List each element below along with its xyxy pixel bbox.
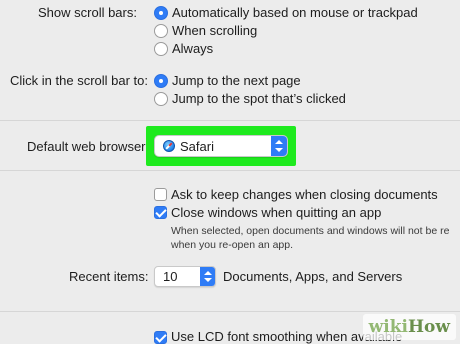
default-browser-value: Safari	[180, 139, 214, 154]
radio-scroll-when-scrolling[interactable]	[154, 24, 168, 38]
divider-bottom	[0, 311, 460, 312]
radio-scroll-when-scrolling-label[interactable]: When scrolling	[172, 23, 257, 38]
scroll-bars-label: Show scroll bars:	[38, 5, 137, 20]
radio-scroll-automatic[interactable]	[154, 6, 168, 20]
chevron-updown-icon	[200, 267, 215, 286]
radio-jump-next-page[interactable]	[154, 74, 168, 88]
close-windows-note-line2: when you re-open an app.	[171, 239, 294, 251]
recent-items-popup[interactable]: 10	[154, 266, 216, 287]
radio-scroll-always[interactable]	[154, 42, 168, 56]
radio-jump-next-page-label[interactable]: Jump to the next page	[172, 73, 301, 88]
recent-items-suffix: Documents, Apps, and Servers	[223, 269, 403, 284]
divider-top	[0, 120, 460, 121]
close-windows-note-line1: When selected, open documents and window…	[171, 225, 450, 237]
divider-middle	[0, 170, 460, 171]
checkbox-ask-keep-changes[interactable]	[154, 188, 167, 201]
safari-icon	[163, 140, 175, 152]
wikihow-watermark: wikiHow	[362, 314, 456, 340]
default-browser-label: Default web browser:	[27, 139, 150, 154]
checkbox-close-windows-label[interactable]: Close windows when quitting an app	[171, 205, 381, 220]
radio-scroll-always-label[interactable]: Always	[172, 41, 213, 56]
wikihow-watermark-wiki: wiki	[368, 317, 408, 337]
checkbox-close-windows[interactable]	[154, 206, 167, 219]
recent-items-label: Recent items:	[69, 269, 149, 284]
checkbox-lcd-smoothing[interactable]	[154, 331, 167, 344]
recent-items-value: 10	[163, 269, 178, 284]
default-browser-popup[interactable]: Safari	[154, 135, 288, 157]
radio-jump-to-spot-label[interactable]: Jump to the spot that’s clicked	[172, 91, 346, 106]
radio-jump-to-spot[interactable]	[154, 92, 168, 106]
wikihow-watermark-how: How	[407, 317, 450, 337]
checkbox-ask-keep-changes-label[interactable]: Ask to keep changes when closing documen…	[171, 187, 438, 202]
chevron-updown-icon	[271, 136, 287, 156]
click-scroll-label: Click in the scroll bar to:	[10, 73, 148, 88]
radio-scroll-automatic-label[interactable]: Automatically based on mouse or trackpad	[172, 5, 418, 20]
